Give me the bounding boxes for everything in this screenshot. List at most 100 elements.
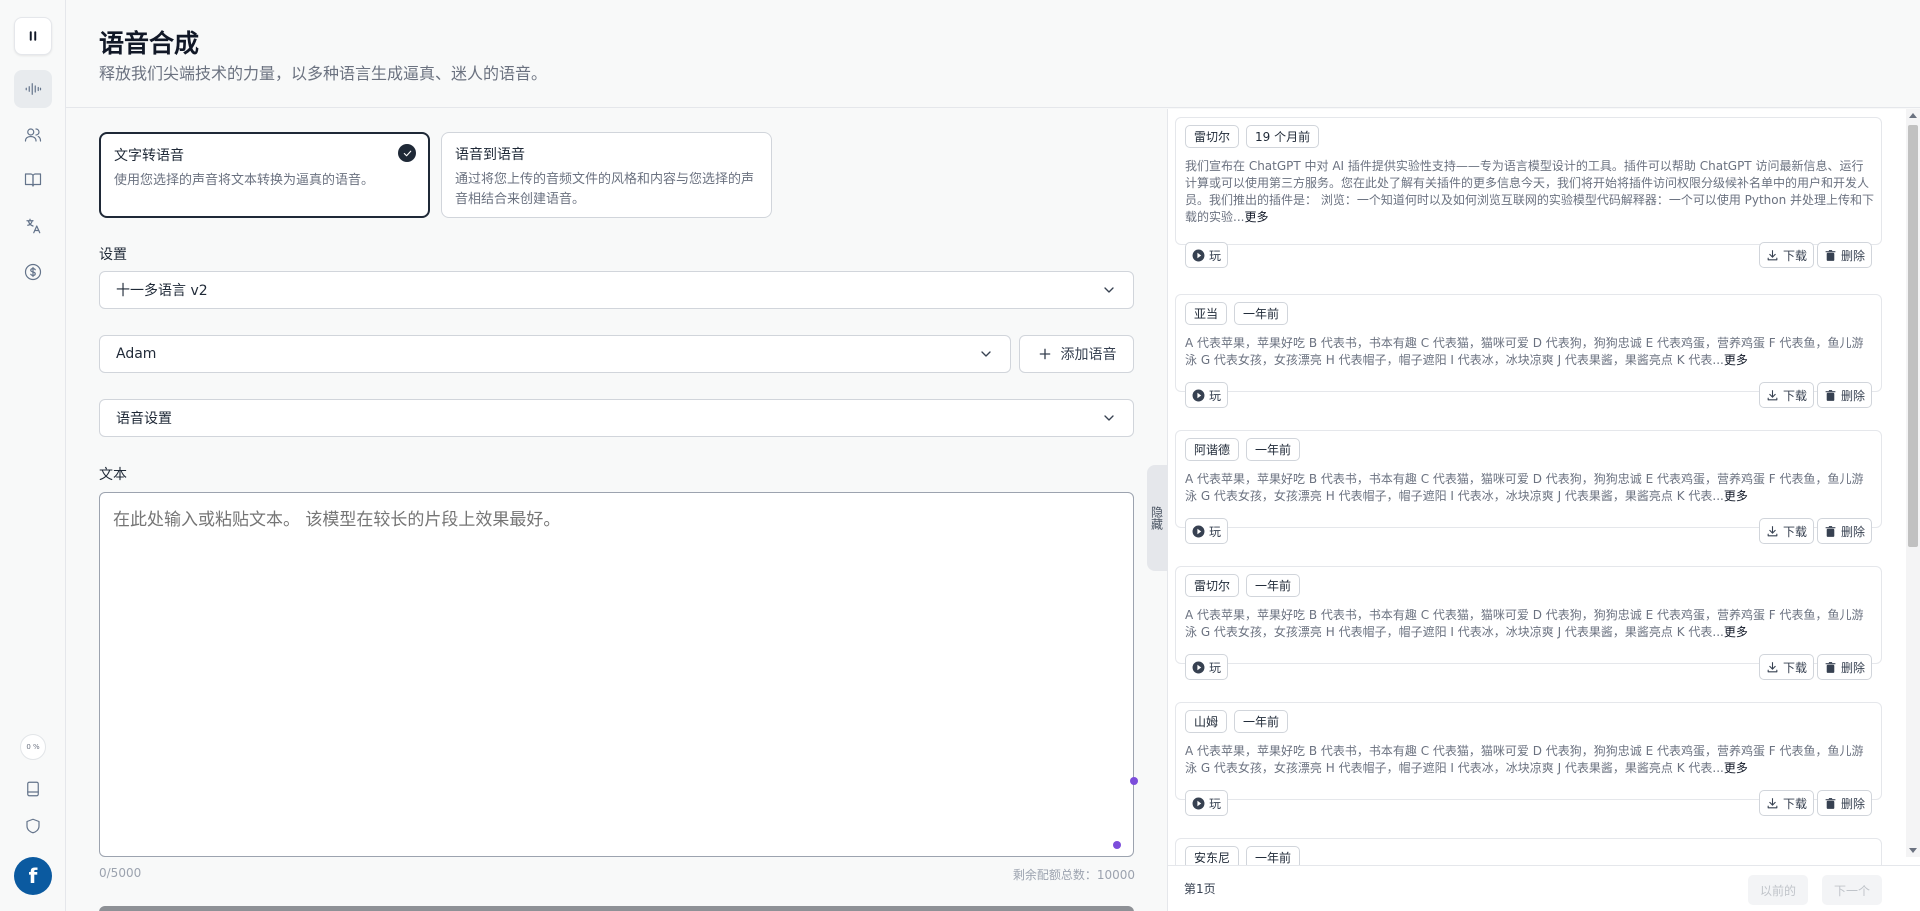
translate-icon	[26, 218, 41, 234]
history-text: 我们宣布在 ChatGPT 中对 AI 插件提供实验性支持——专为语言模型设计的…	[1185, 159, 1875, 224]
more-link[interactable]: 更多	[1724, 353, 1748, 367]
play-icon	[1192, 525, 1205, 537]
library-icon	[27, 781, 39, 797]
trash-icon	[1825, 797, 1836, 809]
text-label: 文本	[99, 467, 127, 483]
remaining-quota: 剩余配额总数：10000	[1012, 868, 1135, 882]
history-list: 雷切尔 19 个月前 我们宣布在 ChatGPT 中对 AI 插件提供实验性支持…	[1175, 117, 1882, 865]
selected-check-icon	[398, 144, 416, 162]
play-button[interactable]: 玩	[1185, 518, 1229, 544]
mode-text-to-speech[interactable]: 文字转语音 使用您选择的声音将文本转换为逼真的语音。	[99, 132, 430, 218]
shield-icon	[26, 818, 40, 834]
add-voice-button[interactable]: 添加语音	[1019, 335, 1134, 373]
download-button[interactable]: 下载	[1759, 518, 1815, 544]
play-button[interactable]: 玩	[1185, 382, 1229, 408]
delete-button[interactable]: 删除	[1817, 242, 1873, 268]
time-tag: 一年前	[1234, 710, 1289, 733]
generate-button[interactable]	[99, 906, 1134, 911]
download-button[interactable]: 下载	[1759, 790, 1815, 816]
settings-label: 设置	[99, 247, 127, 263]
download-button[interactable]: 下载	[1759, 654, 1815, 680]
trash-icon	[1825, 249, 1836, 261]
hide-history-tab[interactable]: 隐藏	[1147, 465, 1167, 571]
scroll-thumb[interactable]	[1908, 125, 1918, 547]
page-subtitle: 释放我们尖端技术的力量，以多种语言生成逼真、迷人的语音。	[99, 64, 548, 83]
avatar[interactable]: f	[14, 857, 52, 895]
play-icon	[1192, 389, 1205, 401]
pagination: 第1页 以前的 下一个	[1168, 865, 1920, 911]
nav-library[interactable]	[14, 161, 52, 199]
prev-page-button[interactable]: 以前的	[1748, 875, 1808, 905]
play-button[interactable]: 玩	[1185, 242, 1229, 268]
nav-translate[interactable]	[14, 207, 52, 245]
voice-tag: 安东尼	[1185, 846, 1240, 865]
play-button[interactable]: 玩	[1185, 790, 1229, 816]
history-scrollbar[interactable]	[1906, 109, 1920, 857]
left-rail: 0 % f	[0, 0, 66, 911]
delete-button[interactable]: 删除	[1817, 382, 1873, 408]
delete-button[interactable]: 删除	[1817, 790, 1873, 816]
waveform-icon	[25, 83, 42, 95]
history-text: A 代表苹果，苹果好吃 B 代表书，书本有趣 C 代表猫，猫咪可爱 D 代表狗，…	[1185, 744, 1864, 775]
scroll-up-icon[interactable]	[1909, 113, 1917, 118]
char-counter: 0/5000	[99, 866, 142, 880]
voice-select[interactable]: Adam	[99, 335, 1011, 373]
mode-speech-to-speech[interactable]: 语音到语音 通过将您上传的音频文件的风格和内容与您选择的声音相结合来创建语音。	[441, 132, 772, 218]
dollar-icon	[24, 263, 42, 281]
play-button[interactable]: 玩	[1185, 654, 1229, 680]
resize-handle-dot	[1130, 777, 1138, 785]
mode-description: 使用您选择的声音将文本转换为逼真的语音。	[114, 173, 375, 188]
chevron-down-icon	[981, 351, 991, 357]
history-item: 山姆 一年前 A 代表苹果，苹果好吃 B 代表书，书本有趣 C 代表猫，猫咪可爱…	[1175, 702, 1882, 816]
model-select[interactable]: 十一多语言 v2	[99, 271, 1134, 309]
more-link[interactable]: 更多	[1724, 489, 1748, 503]
more-link[interactable]: 更多	[1724, 761, 1748, 775]
history-item: 阿谐德 一年前 A 代表苹果，苹果好吃 B 代表书，书本有趣 C 代表猫，猫咪可…	[1175, 430, 1882, 544]
delete-button[interactable]: 删除	[1817, 654, 1873, 680]
voice-select-value: Adam	[116, 346, 157, 362]
play-icon	[1192, 797, 1205, 809]
page-indicator: 第1页	[1184, 882, 1216, 896]
nav-billing[interactable]	[14, 253, 52, 291]
voice-settings-toggle[interactable]: 语音设置	[99, 399, 1134, 437]
time-tag: 19 个月前	[1246, 125, 1320, 148]
history-item: 雷切尔 19 个月前 我们宣布在 ChatGPT 中对 AI 插件提供实验性支持…	[1175, 117, 1882, 268]
history-panel: 雷切尔 19 个月前 我们宣布在 ChatGPT 中对 AI 插件提供实验性支持…	[1167, 109, 1920, 911]
book-icon	[24, 173, 42, 187]
plus-icon	[1039, 348, 1050, 360]
next-page-button[interactable]: 下一个	[1822, 875, 1882, 905]
voice-tag: 雷切尔	[1185, 125, 1240, 148]
nav-speech-synthesis[interactable]	[14, 70, 52, 108]
model-select-value: 十一多语言 v2	[116, 283, 208, 299]
nav-docs[interactable]	[14, 770, 52, 808]
download-icon	[1767, 661, 1778, 672]
resize-handle-dot	[1113, 841, 1121, 849]
trash-icon	[1825, 661, 1836, 673]
more-link[interactable]: 更多	[1724, 625, 1748, 639]
history-item: 亚当 一年前 A 代表苹果，苹果好吃 B 代表书，书本有趣 C 代表猫，猫咪可爱…	[1175, 294, 1882, 408]
play-icon	[1192, 661, 1205, 673]
time-tag: 一年前	[1246, 574, 1301, 597]
history-item: 安东尼 一年前	[1175, 838, 1882, 865]
more-link[interactable]: 更多	[1244, 210, 1268, 224]
delete-button[interactable]: 删除	[1817, 518, 1873, 544]
voice-tag: 阿谐德	[1185, 438, 1240, 461]
usage-indicator: 0 %	[20, 734, 46, 760]
download-button[interactable]: 下载	[1759, 382, 1815, 408]
time-tag: 一年前	[1234, 302, 1289, 325]
pause-button[interactable]	[14, 17, 52, 55]
mode-description: 通过将您上传的音频文件的风格和内容与您选择的声音相结合来创建语音。	[455, 172, 755, 207]
page-title: 语音合成	[99, 29, 200, 58]
chevron-down-icon	[1104, 287, 1114, 293]
voice-tag: 山姆	[1185, 710, 1228, 733]
voice-tag: 雷切尔	[1185, 574, 1240, 597]
text-input[interactable]	[99, 492, 1134, 857]
download-icon	[1767, 389, 1778, 400]
history-item: 雷切尔 一年前 A 代表苹果，苹果好吃 B 代表书，书本有趣 C 代表猫，猫咪可…	[1175, 566, 1882, 680]
nav-voices[interactable]	[14, 116, 52, 154]
nav-privacy[interactable]	[14, 807, 52, 845]
download-button[interactable]: 下载	[1759, 242, 1815, 268]
page-header: 语音合成 释放我们尖端技术的力量，以多种语言生成逼真、迷人的语音。	[66, 0, 1920, 108]
scroll-down-icon[interactable]	[1909, 848, 1917, 853]
voice-settings-label: 语音设置	[116, 411, 172, 427]
